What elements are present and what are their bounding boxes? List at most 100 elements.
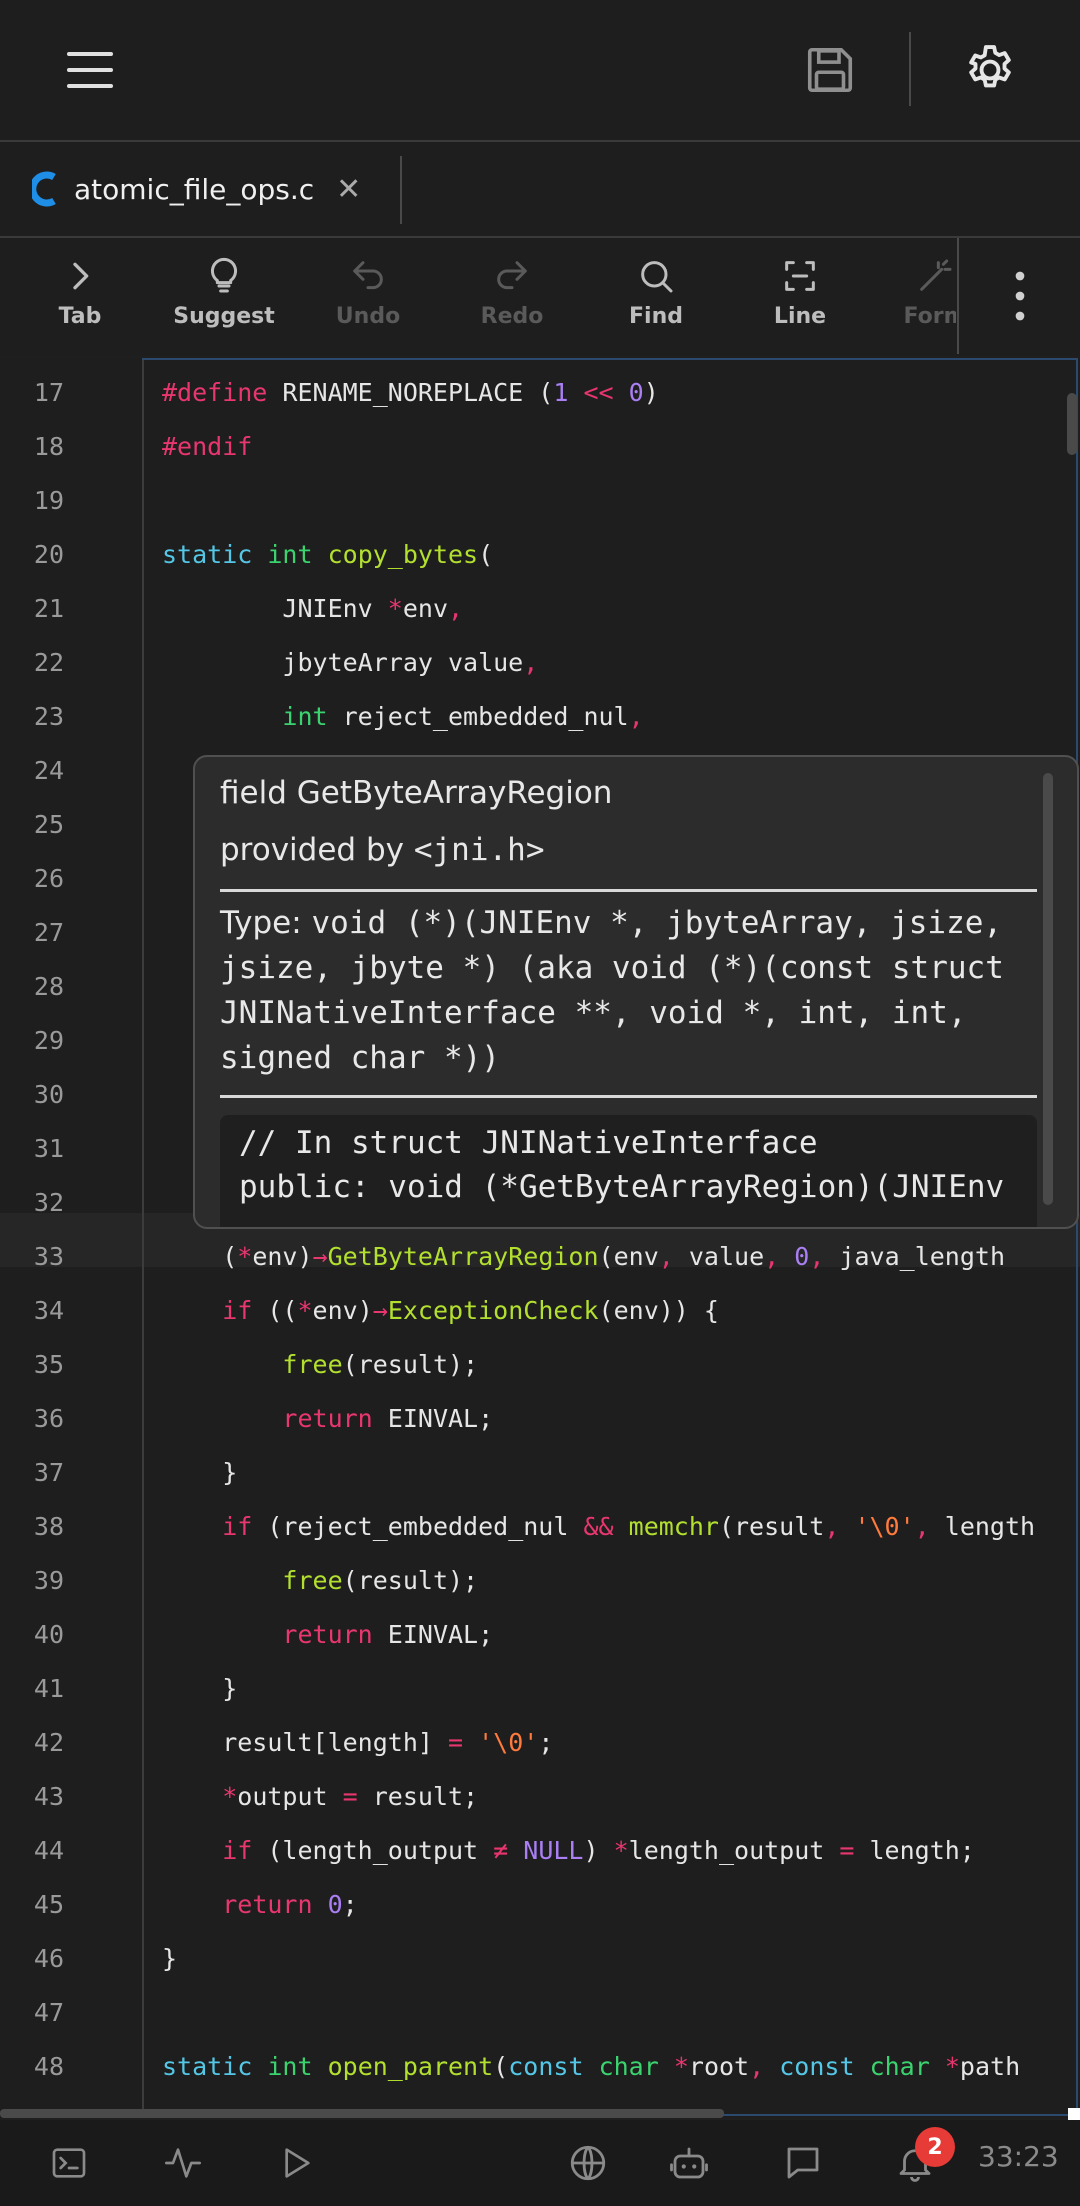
lightbulb-icon	[210, 257, 238, 293]
file-tab-strip: atomic_file_ops.c ✕	[0, 142, 1080, 238]
line-number[interactable]: 19	[0, 486, 64, 515]
editor-toolbar: Tab Suggest Undo Redo Find Line Form	[0, 238, 1080, 356]
code-line[interactable]: (*env)→GetByteArrayRegion(env, value, 0,…	[162, 1242, 1005, 1271]
find-button-label: Find	[629, 304, 683, 329]
line-number[interactable]: 36	[0, 1404, 64, 1433]
code-line[interactable]: result[length] = '\0';	[162, 1728, 553, 1757]
popup-scrollbar[interactable]	[1043, 773, 1053, 1205]
line-number[interactable]: 47	[0, 1998, 64, 2027]
vertical-scrollbar[interactable]	[1067, 393, 1077, 455]
code-line[interactable]: }	[162, 1674, 237, 1703]
horizontal-scrollbar[interactable]	[0, 2109, 724, 2118]
terminal-icon[interactable]	[36, 2130, 102, 2196]
line-number[interactable]: 42	[0, 1728, 64, 1757]
hamburger-menu-icon[interactable]	[50, 30, 130, 110]
hover-type-text: void (*)(JNIEnv *, jbyteArray, jsize,	[311, 905, 1003, 941]
hover-provider: provided by <jni.h>	[220, 832, 545, 868]
line-number[interactable]: 28	[0, 972, 64, 1001]
close-tab-icon[interactable]: ✕	[336, 172, 361, 207]
line-number[interactable]: 24	[0, 756, 64, 785]
line-number[interactable]: 43	[0, 1782, 64, 1811]
code-line[interactable]: if ((*env)→ExceptionCheck(env)) {	[162, 1296, 719, 1325]
code-line[interactable]: return EINVAL;	[162, 1620, 493, 1649]
gutter-separator	[142, 358, 144, 2118]
hover-provider-header: <jni.h>	[413, 832, 545, 868]
globe-icon[interactable]	[555, 2130, 621, 2196]
format-button[interactable]: Form	[872, 238, 956, 356]
code-line[interactable]: free(result);	[162, 1566, 478, 1595]
bottom-status-bar	[0, 2120, 1080, 2206]
line-number[interactable]: 21	[0, 594, 64, 623]
line-button[interactable]: Line	[728, 238, 872, 356]
code-line[interactable]: }	[162, 1944, 177, 1973]
run-icon[interactable]	[262, 2130, 328, 2196]
line-number[interactable]: 32	[0, 1188, 64, 1217]
code-line[interactable]: free(result);	[162, 1350, 478, 1379]
toolbar-overflow-divider	[957, 238, 959, 354]
line-number[interactable]: 31	[0, 1134, 64, 1163]
tab-divider	[400, 156, 402, 224]
code-line[interactable]: if (length_output ≠ NULL) *length_output…	[162, 1836, 975, 1865]
line-number[interactable]: 25	[0, 810, 64, 839]
code-line[interactable]: *output = result;	[162, 1782, 478, 1811]
line-number[interactable]: 41	[0, 1674, 64, 1703]
suggest-button[interactable]: Suggest	[152, 238, 296, 356]
line-number[interactable]: 44	[0, 1836, 64, 1865]
line-number[interactable]: 34	[0, 1296, 64, 1325]
robot-icon[interactable]	[656, 2130, 722, 2196]
line-number[interactable]: 46	[0, 1944, 64, 1973]
code-line[interactable]: return 0;	[162, 1890, 358, 1919]
hover-type-line-3: JNINativeInterface **, void *, int, int,	[220, 995, 967, 1031]
code-line[interactable]: static int open_parent(const char *root,…	[162, 2052, 1020, 2081]
hover-kind: field	[220, 775, 287, 811]
line-number[interactable]: 38	[0, 1512, 64, 1541]
code-line[interactable]: }	[162, 1458, 237, 1487]
code-line[interactable]: if (reject_embedded_nul && memchr(result…	[162, 1512, 1035, 1541]
line-number[interactable]: 29	[0, 1026, 64, 1055]
undo-button[interactable]: Undo	[296, 238, 440, 356]
hover-divider	[220, 1095, 1037, 1098]
code-line[interactable]: return EINVAL;	[162, 1404, 493, 1433]
line-number[interactable]: 35	[0, 1350, 64, 1379]
code-line[interactable]: #define RENAME_NOREPLACE (1 << 0)	[162, 378, 659, 407]
line-number[interactable]: 23	[0, 702, 64, 731]
line-number[interactable]: 18	[0, 432, 64, 461]
hover-info-popup: field GetByteArrayRegion provided by <jn…	[193, 755, 1079, 1229]
clock-text: 33:23	[978, 2140, 1059, 2173]
code-line[interactable]: int reject_embedded_nul,	[162, 702, 643, 731]
code-editor[interactable]: 17 #define RENAME_NOREPLACE (1 << 0) 18 #en…	[0, 358, 1080, 2118]
line-number[interactable]: 48	[0, 2052, 64, 2081]
save-icon[interactable]	[790, 30, 870, 110]
code-line[interactable]: JNIEnv *env,	[162, 594, 463, 623]
line-number[interactable]: 17	[0, 378, 64, 407]
line-number[interactable]: 27	[0, 918, 64, 947]
hover-type-line-4: signed char *))	[220, 1040, 500, 1076]
undo-button-label: Undo	[335, 304, 401, 329]
line-number[interactable]: 39	[0, 1566, 64, 1595]
redo-button[interactable]: Redo	[440, 238, 584, 356]
line-number[interactable]: 37	[0, 1458, 64, 1487]
gear-icon[interactable]	[950, 30, 1030, 110]
find-button[interactable]: Find	[584, 238, 728, 356]
hover-code-line-2: public: void (*GetByteArrayRegion)(JNIEn…	[239, 1169, 1005, 1205]
tab-button[interactable]: Tab	[8, 238, 152, 356]
hover-symbol-name: GetByteArrayRegion	[296, 775, 613, 811]
line-number[interactable]: 45	[0, 1890, 64, 1919]
line-number[interactable]: 33	[0, 1242, 64, 1271]
code-line[interactable]: static int copy_bytes(	[162, 540, 493, 569]
activity-icon[interactable]	[150, 2130, 216, 2196]
line-number[interactable]: 22	[0, 648, 64, 677]
toolbar-divider	[909, 32, 911, 106]
code-line[interactable]: jbyteArray value,	[162, 648, 538, 677]
code-line[interactable]: #endif	[162, 432, 252, 461]
more-vertical-icon[interactable]	[960, 238, 1080, 356]
line-number[interactable]: 20	[0, 540, 64, 569]
resize-corner	[1068, 2108, 1080, 2120]
chat-icon[interactable]	[770, 2130, 836, 2196]
line-number[interactable]: 40	[0, 1620, 64, 1649]
line-number[interactable]: 26	[0, 864, 64, 893]
hover-type-line-1: Type: void (*)(JNIEnv *, jbyteArray, jsi…	[220, 905, 1002, 941]
line-number[interactable]: 30	[0, 1080, 64, 1109]
hover-type-line-2: jsize, jbyte *) (aka void (*)(const stru…	[220, 950, 1004, 986]
file-tab[interactable]: atomic_file_ops.c ✕	[0, 142, 400, 236]
